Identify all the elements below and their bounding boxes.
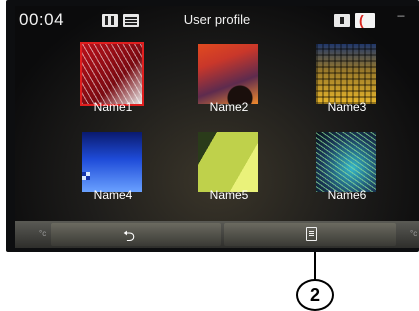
temperature-unit-right: °c (410, 229, 418, 238)
profile-image (198, 132, 258, 192)
temperature-unit-left: °c (39, 229, 47, 238)
profile-tile-name2[interactable]: Name2 (194, 44, 264, 114)
profile-tile-name3[interactable]: Name3 (312, 44, 382, 114)
profile-label: Name5 (209, 188, 249, 202)
profile-image (316, 44, 376, 104)
back-button[interactable]: ⮌ (51, 223, 221, 246)
profile-label: Name6 (327, 188, 367, 202)
phone-icon[interactable]: ( (355, 12, 375, 28)
profile-image (80, 42, 144, 106)
profile-tile-name5[interactable]: Name5 (194, 132, 264, 202)
profile-label: Name1 (93, 100, 133, 114)
signal-icon: --- (397, 11, 405, 22)
profile-label: Name2 (209, 100, 249, 114)
profile-image (316, 132, 376, 192)
callout-number: 2 (296, 279, 334, 311)
profile-tile-name1[interactable]: Name1 (78, 42, 148, 114)
notification-icon[interactable] (334, 14, 350, 27)
menu-button[interactable] (224, 223, 396, 246)
profile-tile-name6[interactable]: Name6 (312, 132, 382, 202)
callout-line (314, 252, 316, 280)
return-arrow-icon: ⮌ (123, 228, 136, 245)
screen: 00:04 User profile ( --- Name1 Name2 Nam… (15, 6, 419, 248)
profile-label: Name3 (327, 100, 367, 114)
profile-label: Name4 (93, 188, 133, 202)
profile-image (82, 132, 142, 192)
profile-tile-name4[interactable]: Name4 (78, 132, 148, 202)
head-unit-frame: 00:04 User profile ( --- Name1 Name2 Nam… (6, 0, 419, 252)
list-menu-icon (306, 227, 317, 241)
bottom-toolbar: °c ⮌ °c (15, 221, 419, 248)
profile-image (198, 44, 258, 104)
status-bar: 00:04 User profile ( --- (15, 6, 419, 36)
